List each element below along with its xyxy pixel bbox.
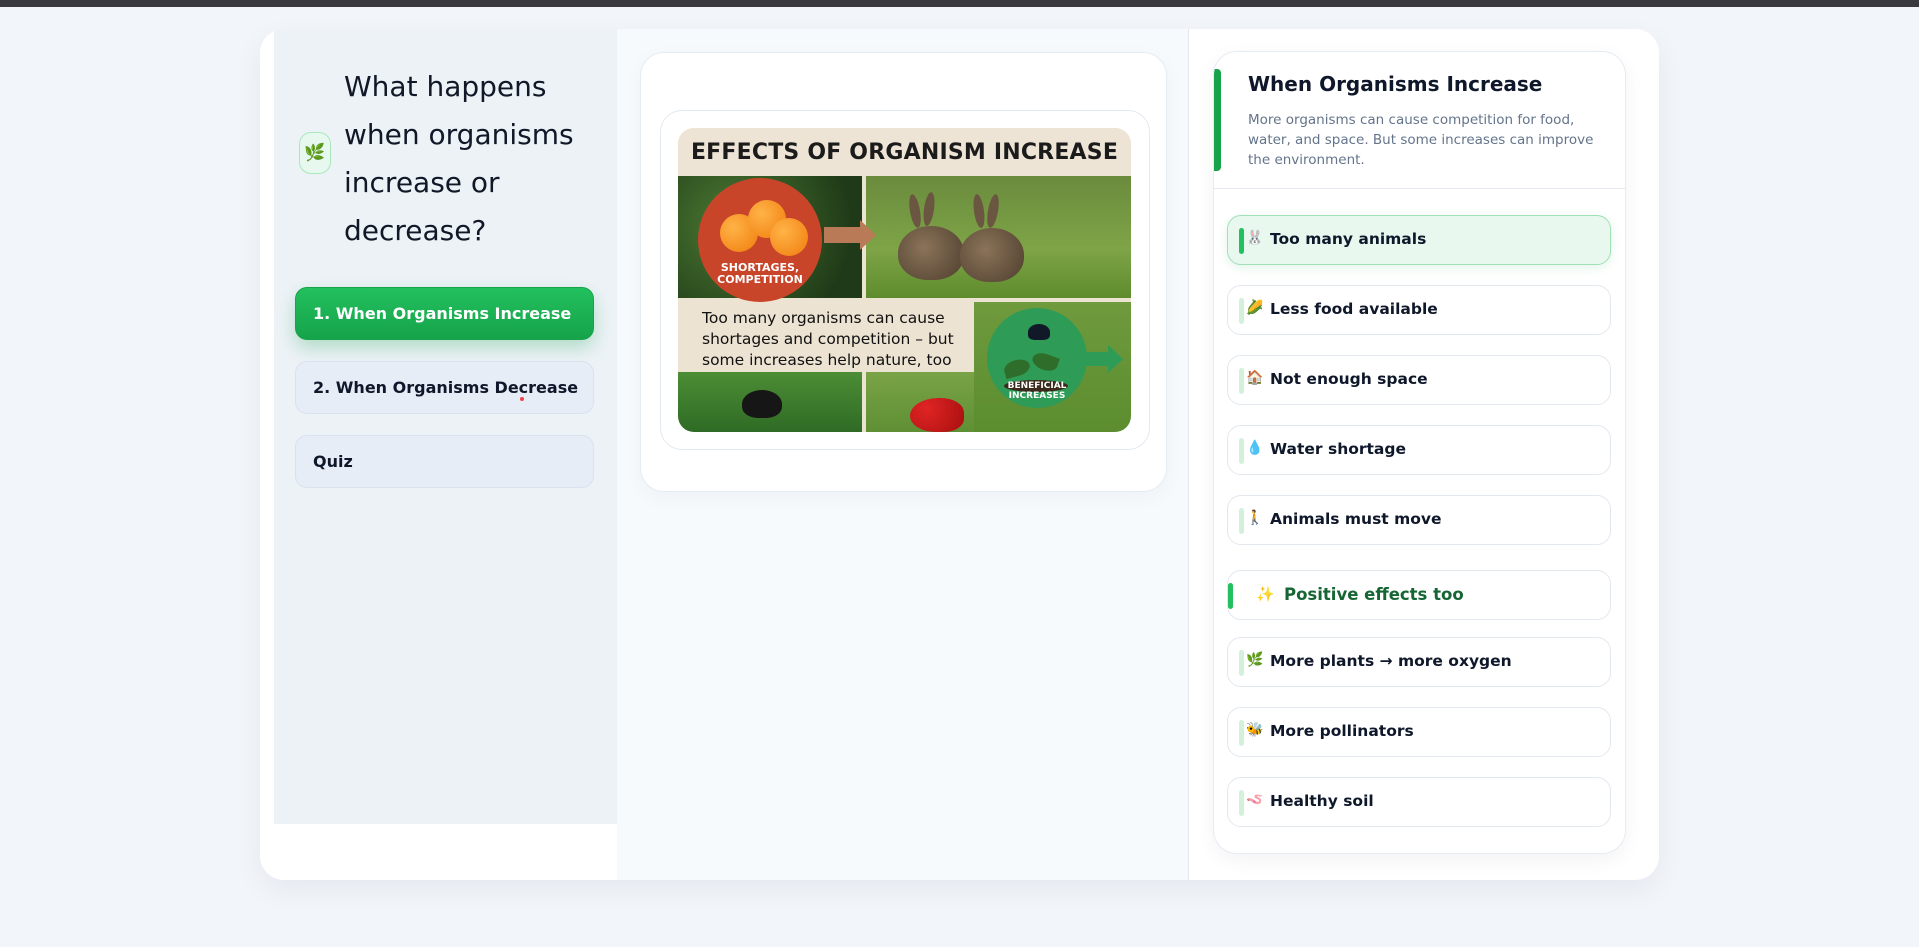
lesson-app: 🌿 What happens when organisms increase o… [260,29,1659,880]
rabbit-figure [898,226,964,280]
butterfly-icon [1028,324,1050,340]
butterfly-figure [742,390,782,418]
topic-panel: When Organisms Increase More organisms c… [1213,51,1626,854]
nav-when-organisms-decrease[interactable]: 2. When Organisms Decrease [295,361,594,414]
panel-accent-bar [1214,69,1221,171]
nav-label: 2. When Organisms Decrease [313,378,579,397]
nav-label: Quiz [313,452,353,471]
item-marker [1239,438,1244,464]
nav-when-organisms-increase[interactable]: 1. When Organisms Increase [295,287,594,340]
herb-icon: 🌿 [1246,652,1264,668]
cardinal-figure [910,398,964,432]
item-label: Animals must move [1270,510,1442,528]
item-label: Too many animals [1270,230,1427,248]
worm-icon: 🪱 [1246,792,1264,808]
media-card: EFFECTS OF ORGANISM INCREASE SHORTAGES, … [640,52,1167,492]
item-marker [1239,298,1244,324]
nav-quiz[interactable]: Quiz [295,435,594,488]
point-water-shortage[interactable]: 💧 Water shortage [1227,425,1611,475]
point-less-food[interactable]: 🌽 Less food available [1227,285,1611,335]
sidebar: 🌿 What happens when organisms increase o… [274,29,617,824]
infographic-image: EFFECTS OF ORGANISM INCREASE SHORTAGES, … [678,128,1131,432]
orange-fruit-icon [770,218,808,256]
rabbit-figure [960,228,1024,282]
media-frame: EFFECTS OF ORGANISM INCREASE SHORTAGES, … [660,110,1150,450]
walking-icon: 🚶 [1246,510,1264,526]
item-label: More pollinators [1270,722,1414,740]
water-drop-icon: 💧 [1246,440,1264,456]
shortages-label: SHORTAGES, COMPETITION [717,261,803,286]
section-label: Positive effects too [1284,585,1464,604]
item-marker [1239,228,1244,254]
content-area: EFFECTS OF ORGANISM INCREASE SHORTAGES, … [617,29,1189,880]
rabbit-icon: 🐰 [1246,230,1264,246]
item-marker [1239,650,1244,676]
item-label: Healthy soil [1270,792,1374,810]
panel-title: When Organisms Increase [1248,72,1543,96]
page-title: What happens when organisms increase or … [344,70,574,247]
arrow-right-icon [824,227,860,243]
item-marker [1228,583,1233,609]
nav-label: 1. When Organisms Increase [313,304,572,323]
arrow-right-icon [860,220,876,250]
bee-icon: 🐝 [1246,722,1264,738]
point-too-many-animals[interactable]: 🐰 Too many animals [1227,215,1611,265]
cursor-dot [520,397,524,401]
arrow-right-icon [1108,345,1123,373]
house-icon: 🏠 [1246,370,1264,386]
item-label: Water shortage [1270,440,1406,458]
divider [1214,188,1625,189]
item-marker [1239,720,1244,746]
arrow-right-icon [1086,352,1108,366]
sparkles-icon: ✨ [1256,585,1275,603]
point-more-pollinators[interactable]: 🐝 More pollinators [1227,707,1611,757]
item-marker [1239,790,1244,816]
herb-icon: 🌿 [299,132,331,174]
infographic-caption: Too many organisms can cause shortages a… [702,309,954,369]
corn-icon: 🌽 [1246,300,1264,316]
item-marker [1239,508,1244,534]
item-marker [1239,368,1244,394]
point-not-enough-space[interactable]: 🏠 Not enough space [1227,355,1611,405]
item-label: Not enough space [1270,370,1428,388]
point-healthy-soil[interactable]: 🪱 Healthy soil [1227,777,1611,827]
item-label: Less food available [1270,300,1438,318]
beneficial-label: BENEFICIAL INCREASES [1007,381,1067,401]
panel-description: More organisms can cause competition for… [1248,112,1594,168]
point-more-plants[interactable]: 🌿 More plants → more oxygen [1227,637,1611,687]
point-animals-must-move[interactable]: 🚶 Animals must move [1227,495,1611,545]
infographic-title: EFFECTS OF ORGANISM INCREASE [678,128,1131,176]
positive-effects-header[interactable]: ✨ Positive effects too [1227,570,1611,620]
item-label: More plants → more oxygen [1270,652,1512,670]
browser-top-bar [0,0,1919,7]
